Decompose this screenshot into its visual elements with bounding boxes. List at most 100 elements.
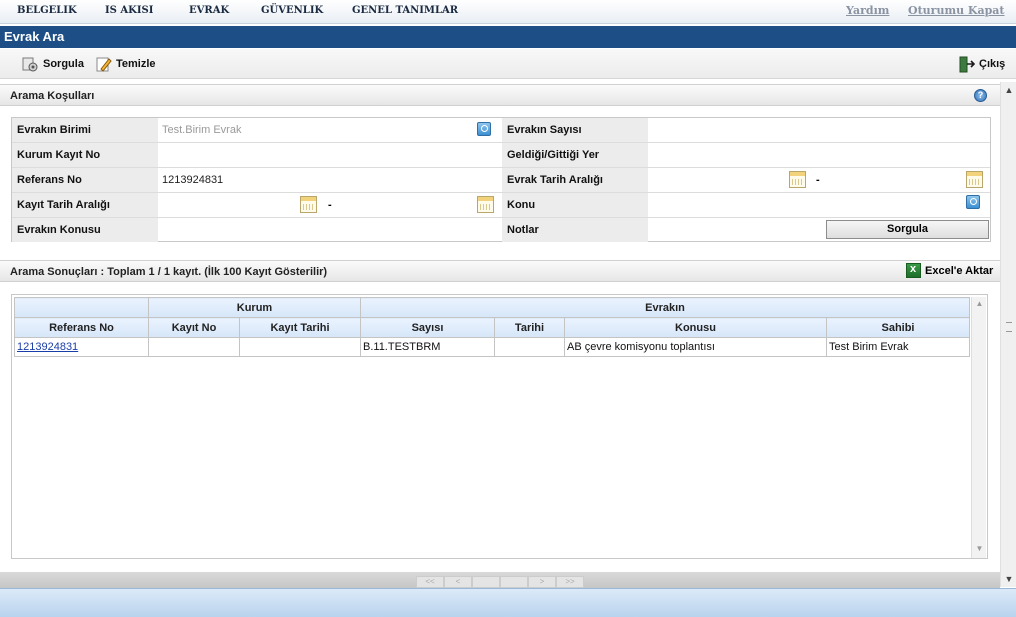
help-icon[interactable]: ? — [974, 89, 987, 102]
konu-field[interactable] — [648, 193, 966, 217]
kurum-kayit-no-field[interactable] — [158, 143, 498, 167]
query-button[interactable]: Sorgula — [826, 220, 989, 239]
cell-referans-no: 1213924831 — [14, 337, 149, 357]
table-row[interactable]: 1213924831 B.11.TESTBRM AB çevre komisyo… — [14, 337, 970, 357]
cell-konusu: AB çevre komisyonu toplantısı — [564, 337, 827, 357]
geldigi-gittigi-yer-label: Geldiği/Gittiği Yer — [502, 143, 648, 167]
results-panel-header: Arama Sonuçları : Toplam 1 / 1 kayıt. (İ… — [0, 260, 1000, 282]
excel-export-label: Excel'e Aktar — [925, 264, 994, 277]
toolbar: Sorgula Temizle Çıkış — [0, 49, 1016, 79]
scroll-grip-icon[interactable] — [1006, 322, 1012, 332]
cell-kayit-no — [148, 337, 240, 357]
pager-page-count — [500, 576, 528, 588]
column-header-referans-no[interactable]: Referans No — [14, 317, 149, 338]
evrak-tarih-end-field[interactable] — [828, 168, 964, 192]
column-header-konusu[interactable]: Konusu — [564, 317, 827, 338]
group-header-kurum: Kurum — [148, 297, 361, 318]
group-header-empty — [14, 297, 149, 318]
pager: << < > >> — [416, 576, 584, 588]
cell-kayit-tarihi — [239, 337, 361, 357]
evrakin-konusu-label: Evrakın Konusu — [12, 218, 158, 242]
kayit-tarih-end-calendar-icon[interactable] — [477, 196, 494, 213]
menu-is-akisi[interactable]: IS AKISI — [105, 5, 153, 16]
column-header-sahibi[interactable]: Sahibi — [826, 317, 970, 338]
results-header-title: Arama Sonuçları : Toplam 1 / 1 kayıt. (İ… — [10, 266, 328, 278]
evrakin-konusu-field[interactable] — [158, 218, 498, 242]
cell-tarihi — [494, 337, 565, 357]
menu-guvenlik[interactable]: GÜVENLIK — [261, 5, 323, 16]
title-bar: Evrak Ara — [0, 26, 1016, 48]
grid-scroll-up-icon[interactable]: ▲ — [974, 299, 985, 311]
evrakin-birimi-field[interactable]: Test.Birim Evrak — [158, 118, 498, 142]
column-header-sayisi[interactable]: Sayısı — [360, 317, 495, 338]
clear-button-label: Temizle — [116, 58, 156, 70]
referans-no-field[interactable]: 1213924831 — [158, 168, 498, 192]
evrakin-birimi-label: Evrakın Birimi — [12, 118, 158, 142]
referans-no-label: Referans No — [12, 168, 158, 192]
column-header-tarihi[interactable]: Tarihi — [494, 317, 565, 338]
kayit-tarih-start-calendar-icon[interactable] — [300, 196, 317, 213]
pencil-icon — [95, 56, 112, 73]
kayit-tarih-araligi-label: Kayıt Tarih Aralığı — [12, 193, 158, 217]
scroll-down-icon[interactable]: ▼ — [1004, 574, 1014, 584]
evrak-tarih-araligi-label: Evrak Tarih Aralığı — [502, 168, 648, 192]
exit-button[interactable]: Çıkış — [958, 55, 1005, 73]
pager-first-button[interactable]: << — [416, 576, 444, 588]
pager-next-button[interactable]: > — [528, 576, 556, 588]
geldigi-gittigi-yer-field[interactable] — [648, 143, 990, 167]
evrakin-sayisi-field[interactable] — [648, 118, 990, 142]
evrakin-birimi-lookup-icon[interactable] — [477, 122, 491, 136]
help-link[interactable]: Yardım — [846, 4, 889, 17]
form-row-1: Evrakın Birimi Test.Birim Evrak Evrakın … — [12, 118, 990, 143]
evrakin-sayisi-label: Evrakın Sayısı — [502, 118, 648, 142]
form-row-5: Evrakın Konusu Notlar Sorgula — [12, 218, 990, 243]
grid-scroll-down-icon[interactable]: ▼ — [974, 544, 985, 556]
form-row-3: Referans No 1213924831 Evrak Tarih Aralı… — [12, 168, 990, 193]
column-header-kayit-tarihi[interactable]: Kayıt Tarihi — [239, 317, 361, 338]
menu-belgelik[interactable]: BELGELIK — [17, 5, 77, 16]
main-vertical-scrollbar[interactable]: ▲ ▼ — [1000, 82, 1016, 587]
clear-button[interactable]: Temizle — [95, 55, 156, 73]
menu-evrak[interactable]: EVRAK — [189, 5, 229, 16]
evrak-tarih-start-calendar-icon[interactable] — [789, 171, 806, 188]
kayit-tarih-end-field[interactable] — [340, 193, 476, 217]
logout-link[interactable]: Oturumu Kapat — [908, 4, 1005, 17]
konu-label: Konu — [502, 193, 648, 217]
kayit-tarih-separator: - — [328, 199, 332, 211]
cell-sahibi: Test Birim Evrak — [826, 337, 970, 357]
results-grid: Kurum Evrakın Referans No Kayıt No Kayıt… — [11, 294, 988, 559]
page: BELGELIK IS AKISI EVRAK GÜVENLIK GENEL T… — [0, 0, 1016, 617]
search-button[interactable]: Sorgula — [22, 55, 84, 73]
excel-icon — [906, 263, 921, 278]
group-header-evrakin: Evrakın — [360, 297, 970, 318]
exit-button-label: Çıkış — [979, 58, 1006, 70]
cell-sayisi: B.11.TESTBRM — [360, 337, 495, 357]
evrak-tarih-end-calendar-icon[interactable] — [966, 171, 983, 188]
menu-genel-tanimlar[interactable]: GENEL TANIMLAR — [352, 5, 458, 16]
criteria-panel-header: Arama Koşulları ? — [0, 84, 1000, 106]
search-gear-icon — [22, 56, 39, 73]
grid-vertical-scrollbar[interactable]: ▲ ▼ — [971, 297, 986, 558]
page-title: Evrak Ara — [4, 29, 65, 44]
excel-export-button[interactable]: Excel'e Aktar — [906, 263, 993, 278]
pager-prev-button[interactable]: < — [444, 576, 472, 588]
evrak-tarih-separator: - — [816, 174, 820, 186]
kurum-kayit-no-label: Kurum Kayıt No — [12, 143, 158, 167]
scroll-up-icon[interactable]: ▲ — [1004, 85, 1014, 95]
search-form: Evrakın Birimi Test.Birim Evrak Evrakın … — [11, 117, 991, 242]
konu-lookup-icon[interactable] — [966, 195, 980, 209]
referans-no-link[interactable]: 1213924831 — [17, 341, 78, 353]
notlar-label: Notlar — [502, 218, 648, 242]
kayit-tarih-start-field[interactable] — [158, 193, 298, 217]
pager-last-button[interactable]: >> — [556, 576, 584, 588]
evrak-tarih-start-field[interactable] — [648, 168, 788, 192]
search-button-label: Sorgula — [43, 58, 84, 70]
pager-page-field[interactable] — [472, 576, 500, 588]
form-row-2: Kurum Kayıt No Geldiği/Gittiği Yer — [12, 143, 990, 168]
top-menu-bar: BELGELIK IS AKISI EVRAK GÜVENLIK GENEL T… — [0, 0, 1016, 24]
criteria-header-title: Arama Koşulları — [10, 90, 95, 102]
exit-door-icon — [958, 56, 976, 73]
form-row-4: Kayıt Tarih Aralığı - Konu — [12, 193, 990, 218]
status-bar — [0, 588, 1016, 617]
column-header-kayit-no[interactable]: Kayıt No — [148, 317, 240, 338]
